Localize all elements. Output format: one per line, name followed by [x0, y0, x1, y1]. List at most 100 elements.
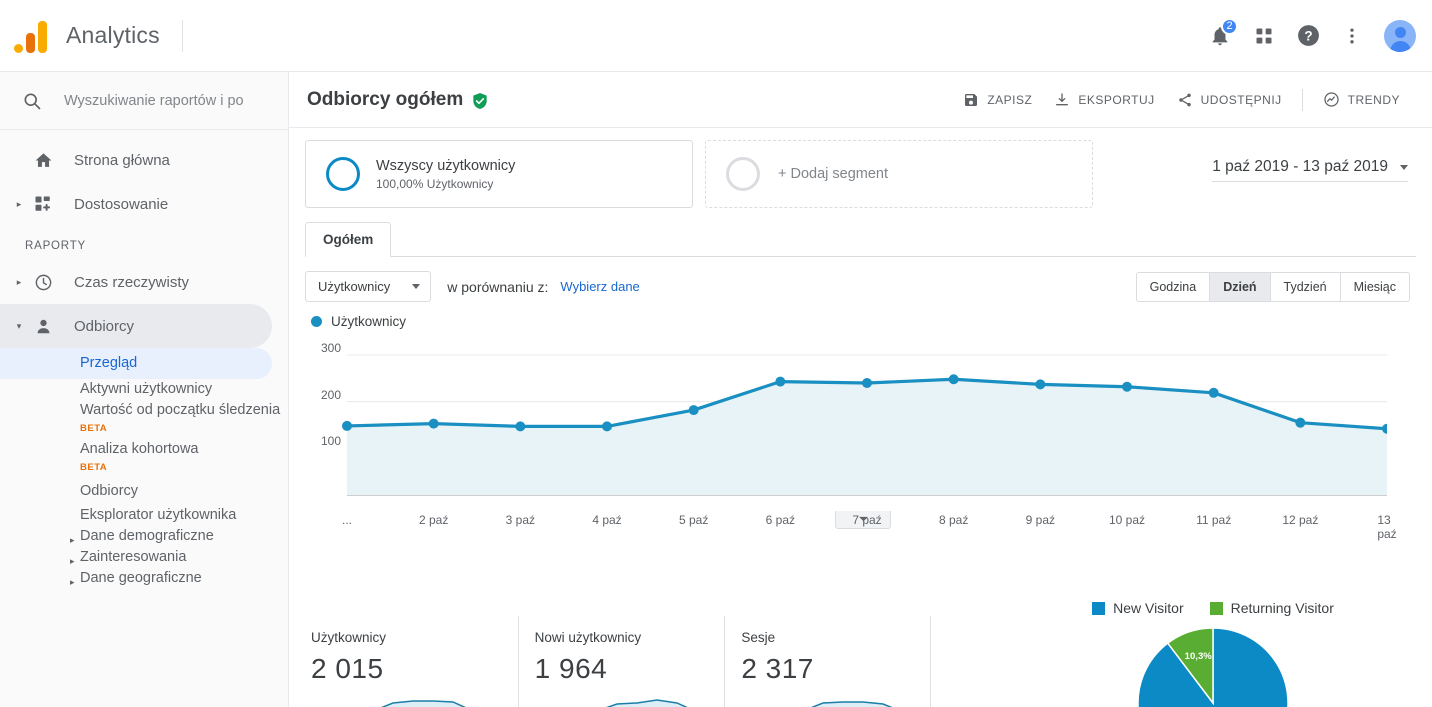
trends-button[interactable]: TRENDY — [1313, 83, 1410, 116]
shield-check-icon — [472, 92, 488, 110]
legend-label: New Visitor — [1113, 600, 1184, 616]
sidebar-item-home[interactable]: Strona główna — [0, 138, 288, 182]
sidebar-subitem-label: Dane geograficzne — [80, 570, 202, 586]
search-input[interactable] — [64, 92, 254, 109]
sidebar-subitem-label: Dane demograficzne — [80, 528, 214, 544]
segment-name: Wszyscy użytkownicy — [376, 157, 516, 174]
add-segment-label: + Dodaj segment — [778, 166, 889, 182]
metric-select[interactable]: Użytkownicy — [305, 271, 432, 302]
action-label: ZAPISZ — [987, 92, 1033, 107]
pie-legend: New Visitor Returning Visitor — [1028, 600, 1398, 616]
select-data-link[interactable]: Wybierz dane — [560, 279, 639, 294]
chart-controls: Użytkownicy w porównaniu z: Wybierz dane… — [289, 257, 1432, 302]
brand-area: Analytics — [0, 19, 183, 53]
chart-legend: Użytkownicy — [289, 302, 1432, 329]
sidebar-subitem-geo[interactable]: Dane geograficzne — [0, 568, 288, 592]
sidebar-subitem-lifetime-value[interactable]: Wartość od początku śledzenia BETA — [0, 400, 288, 439]
segment-all-users[interactable]: Wszyscy użytkownicy 100,00% Użytkownicy — [305, 140, 693, 208]
pie-legend-returning-visitor[interactable]: Returning Visitor — [1209, 600, 1334, 616]
x-axis-tick: 8 paź — [938, 513, 969, 527]
save-icon — [965, 93, 978, 106]
pie-chart[interactable]: 10,3% — [1028, 628, 1398, 707]
x-axis-tick: 11 paź — [1196, 513, 1232, 527]
sidebar-subitem-label: Analiza kohortowa — [80, 441, 199, 457]
y-axis-tick: 200 — [321, 387, 342, 402]
x-axis-tick: 12 paź — [1282, 513, 1319, 527]
action-label: UDOSTĘPNIJ — [1200, 92, 1282, 107]
sidebar-subitem-overview[interactable]: Przegląd — [0, 348, 272, 379]
add-segment-button[interactable]: + Dodaj segment — [705, 140, 1093, 208]
metric-card-new-users[interactable]: Nowi użytkownicy 1 964 — [517, 616, 725, 707]
tab-overview[interactable]: Ogółem — [305, 222, 392, 257]
x-axis-tick: ... — [341, 513, 353, 527]
sidebar-subitem-audiences[interactable]: Odbiorcy — [0, 478, 288, 505]
sidebar-subitem-label: Eksplorator użytkownika — [80, 507, 237, 523]
share-icon — [1178, 93, 1191, 106]
granularity-month[interactable]: Miesiąc — [1340, 271, 1410, 302]
legend-swatch-icon — [1092, 601, 1106, 615]
x-axis-tick: 5 paź — [678, 513, 709, 527]
sparkline-icon — [605, 699, 688, 707]
granularity-group: Godzina Dzień Tydzień Miesiąc — [1135, 271, 1410, 302]
person-icon — [30, 317, 56, 336]
metric-row-1: Użytkownicy 2 015 Nowi użytkownicy 1 964 — [311, 616, 931, 707]
metric-card-users[interactable]: Użytkownicy 2 015 — [311, 616, 518, 707]
sidebar-search[interactable] — [0, 72, 288, 130]
legend-swatch-icon — [1209, 601, 1223, 615]
segment-bar: Wszyscy użytkownicy 100,00% Użytkownicy … — [289, 128, 1432, 208]
share-button[interactable]: UDOSTĘPNIJ — [1167, 84, 1292, 116]
more-vertical-icon — [1350, 28, 1354, 43]
sidebar-item-audience[interactable]: ▾ Odbiorcy — [0, 304, 272, 348]
metric-label: Nowi użytkownicy — [534, 630, 642, 645]
clock-icon — [30, 273, 56, 292]
granularity-day[interactable]: Dzień — [1210, 271, 1271, 302]
granularity-hour[interactable]: Godzina — [1135, 271, 1211, 302]
granularity-label: Tydzień — [1283, 279, 1327, 294]
sidebar-item-label: Odbiorcy — [74, 317, 135, 335]
more-options-button[interactable] — [1332, 16, 1372, 56]
download-icon — [1056, 92, 1069, 105]
x-axis-tick: 10 paź — [1108, 513, 1146, 527]
sidebar-subitem-demographics[interactable]: Dane demograficzne — [0, 526, 288, 550]
chevron-right-icon: ▸ — [16, 276, 22, 287]
date-range-picker[interactable]: 1 paź 2019 - 13 paź 2019 — [1212, 158, 1408, 182]
chevron-right-icon: ▸ — [16, 198, 22, 209]
visitor-type-pie-block: New Visitor Returning Visitor 10,3% — [1028, 600, 1398, 707]
notifications-button[interactable]: 2 — [1200, 16, 1240, 56]
customization-icon — [30, 195, 56, 213]
tab-label: Ogółem — [323, 232, 374, 247]
sidebar-subitem-interests[interactable]: Zainteresowania — [0, 547, 288, 571]
users-line-chart[interactable]: 300 200 100 — [311, 335, 1387, 511]
granularity-week[interactable]: Tydzień — [1270, 271, 1341, 302]
apps-button[interactable] — [1244, 16, 1284, 56]
save-button[interactable]: ZAPISZ — [953, 84, 1042, 116]
sidebar-item-customization[interactable]: ▸ Dostosowanie — [0, 182, 288, 226]
x-axis-tick: 3 paź — [505, 513, 536, 527]
legend-label: Returning Visitor — [1230, 600, 1334, 616]
granularity-label: Dzień — [1223, 279, 1257, 294]
segment-ring-icon — [326, 157, 360, 191]
sidebar-subitem-cohort-analysis[interactable]: Analiza kohortowa BETA — [0, 439, 288, 478]
notifications-badge: 2 — [1221, 17, 1238, 35]
search-icon — [24, 93, 41, 109]
metric-card-sessions[interactable]: Sesje 2 317 — [724, 616, 931, 707]
apps-grid-icon — [1256, 28, 1272, 43]
pie-legend-new-visitor[interactable]: New Visitor — [1092, 600, 1184, 616]
export-button[interactable]: EKSPORTUJ — [1044, 84, 1164, 116]
action-label: EKSPORTUJ — [1078, 92, 1155, 107]
help-circle-icon: ? — [1297, 25, 1319, 46]
sidebar-item-label: Dostosowanie — [74, 195, 169, 213]
sidebar-subitem-active-users[interactable]: Aktywni użytkownicy — [0, 379, 288, 400]
chevron-down-icon — [412, 284, 421, 289]
metric-label: Sesje — [741, 630, 776, 645]
x-axis-labels: ... 2 paź 3 paź 4 paź 5 paź 6 paź 7 paź 8 paź 9 … — [311, 511, 1397, 541]
sparkline-icon — [811, 701, 893, 707]
page-title: Odbiorcy ogółem — [307, 88, 464, 110]
help-button[interactable]: ? — [1288, 16, 1328, 56]
sidebar-subitem-user-explorer[interactable]: Eksplorator użytkownika — [0, 505, 288, 526]
home-icon — [30, 151, 56, 170]
page-actions: ZAPISZ EKSPORTUJ UDOSTĘPNIJ TRENDY — [953, 83, 1410, 116]
sidebar-item-label: Strona główna — [74, 151, 170, 169]
avatar[interactable] — [1384, 19, 1416, 52]
sidebar-item-realtime[interactable]: ▸ Czas rzeczywisty — [0, 260, 288, 304]
